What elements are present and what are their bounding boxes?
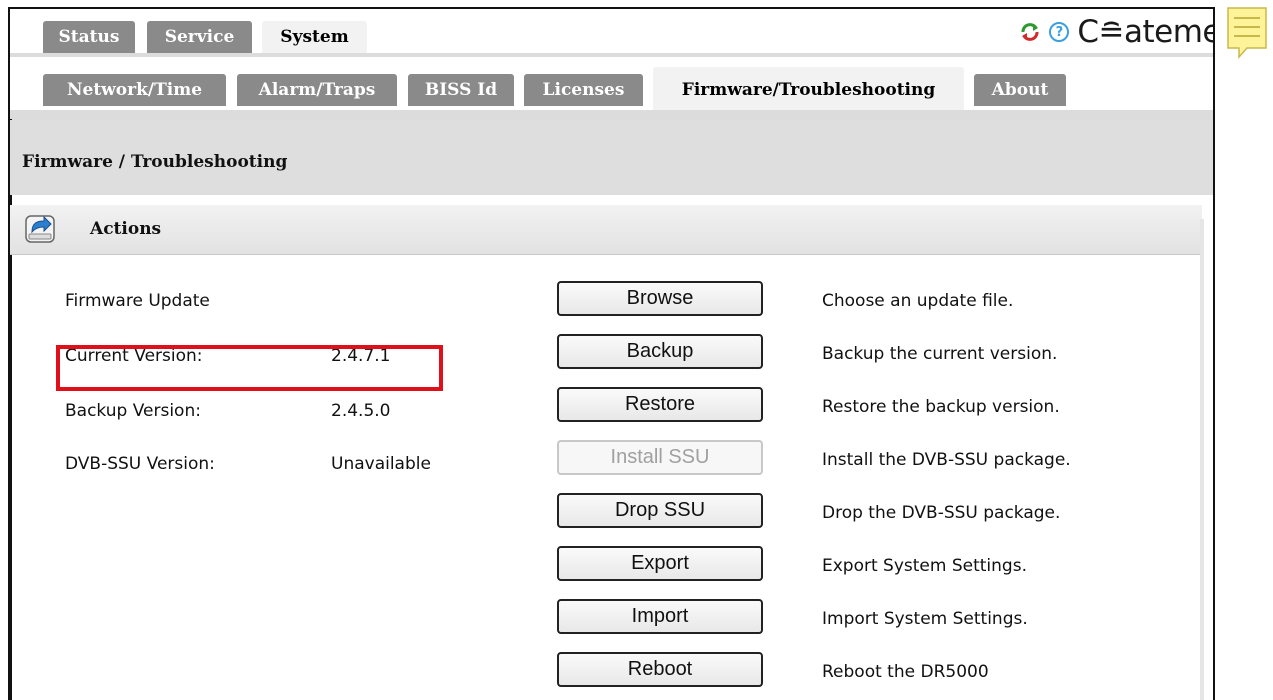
info-value: Unavailable xyxy=(331,454,431,474)
help-icon[interactable]: ? xyxy=(1049,22,1070,42)
note-icon[interactable] xyxy=(1227,7,1267,59)
ateme-logo: C≘ateme xyxy=(1077,14,1215,50)
browse-description: Choose an update file. xyxy=(822,291,1014,311)
backup-description: Backup the current version. xyxy=(822,344,1058,364)
tab-row2-strip xyxy=(10,110,1213,120)
export-description: Export System Settings. xyxy=(822,556,1027,576)
tab-bar: Status Service System Network/Time Alarm… xyxy=(10,9,1215,120)
actions-icon xyxy=(25,215,55,243)
info-value: 2.4.5.0 xyxy=(331,401,391,421)
backup-button[interactable]: Backup xyxy=(557,334,763,369)
browser-frame: Status Service System Network/Time Alarm… xyxy=(8,7,1215,700)
restore-description: Restore the backup version. xyxy=(822,397,1060,417)
drop-ssu-description: Drop the DVB-SSU package. xyxy=(822,503,1061,523)
info-row-backup-version: Backup Version: 2.4.5.0 xyxy=(65,397,525,427)
reboot-button[interactable]: Reboot xyxy=(557,652,763,687)
tab-status[interactable]: Status xyxy=(43,21,135,53)
scrollbar[interactable] xyxy=(1200,219,1204,700)
tab-firmware-troubleshooting[interactable]: Firmware/Troubleshooting xyxy=(653,67,964,112)
refresh-icon[interactable] xyxy=(1019,21,1041,43)
install-ssu-description: Install the DVB-SSU package. xyxy=(822,450,1071,470)
current-version-highlight xyxy=(56,345,443,391)
import-description: Import System Settings. xyxy=(822,609,1028,629)
info-label: DVB-SSU Version: xyxy=(65,454,215,474)
actions-title: Actions xyxy=(90,219,162,239)
tab-service[interactable]: Service xyxy=(147,21,252,53)
actions-section-header: Actions xyxy=(10,205,1202,255)
tab-biss-id[interactable]: BISS Id xyxy=(408,74,514,106)
info-row-dvb-ssu-version: DVB-SSU Version: Unavailable xyxy=(65,450,525,480)
info-row-firmware-update: Firmware Update xyxy=(65,287,525,317)
header-icons: ? C≘ateme xyxy=(1019,14,1215,50)
tab-licenses[interactable]: Licenses xyxy=(524,74,643,106)
tab-about[interactable]: About xyxy=(974,74,1066,106)
tab-system[interactable]: System xyxy=(262,21,367,53)
info-label: Firmware Update xyxy=(65,291,210,311)
export-button[interactable]: Export xyxy=(557,546,763,581)
page-title-bar: Firmware / Troubleshooting xyxy=(10,120,1213,195)
info-label: Backup Version: xyxy=(65,401,201,421)
restore-button[interactable]: Restore xyxy=(557,387,763,422)
drop-ssu-button[interactable]: Drop SSU xyxy=(557,493,763,528)
tab-network-time[interactable]: Network/Time xyxy=(43,74,226,106)
install-ssu-button[interactable]: Install SSU xyxy=(557,440,763,475)
tab-alarm-traps[interactable]: Alarm/Traps xyxy=(237,74,397,106)
page-title: Firmware / Troubleshooting xyxy=(22,152,288,172)
tab-row1-strip xyxy=(10,53,1213,57)
reboot-description: Reboot the DR5000 xyxy=(822,662,989,682)
browse-button[interactable]: Browse xyxy=(557,281,763,316)
import-button[interactable]: Import xyxy=(557,599,763,634)
